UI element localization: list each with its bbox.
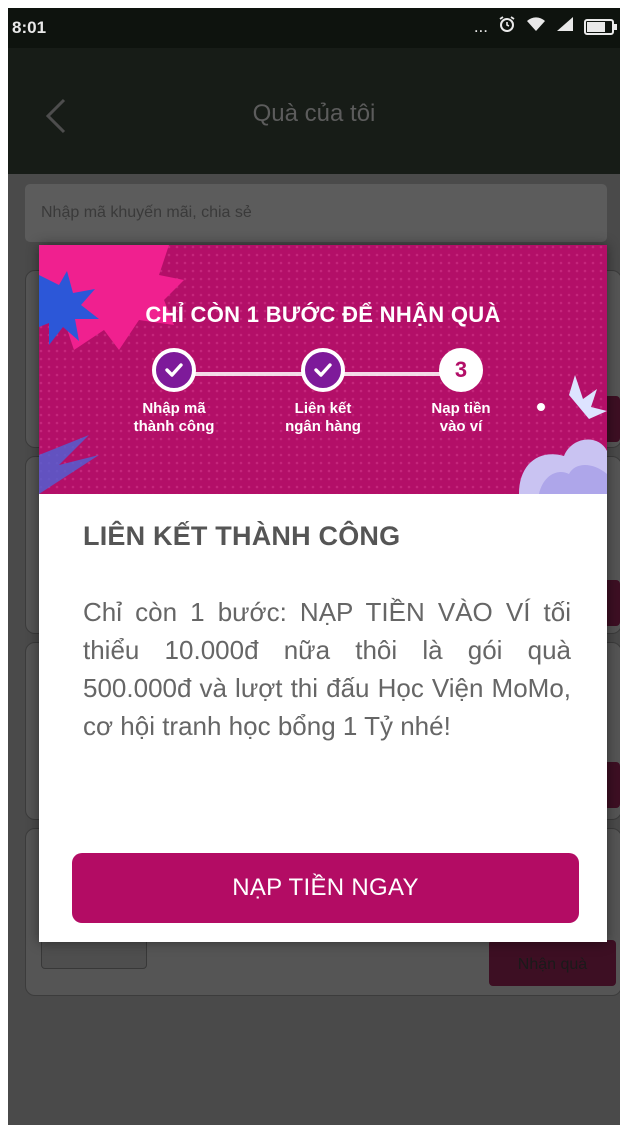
dialog-heading: LIÊN KẾT THÀNH CÔNG — [83, 521, 401, 551]
signal-icon — [556, 16, 574, 37]
battery-icon — [584, 18, 617, 35]
app-header: Quà của tôi — [8, 48, 620, 174]
alarm-icon — [498, 15, 516, 38]
check-icon — [314, 363, 332, 377]
step-top-up: 3 Nạp tiền vào ví — [386, 348, 536, 436]
step-done-indicator — [301, 348, 345, 392]
redeem-button-label: Nhận quà — [517, 956, 588, 973]
step-label-line: Nhập mã — [142, 400, 206, 417]
step-link-bank: Liên kết ngân hàng — [248, 348, 398, 436]
wifi-icon — [526, 16, 546, 37]
step-label: Liên kết ngân hàng — [248, 400, 398, 436]
phone-screen: 8:01 ... Quà của tôi Nhập mã khuyến mãi,… — [8, 8, 620, 1125]
promo-code-input[interactable]: Nhập mã khuyến mãi, chia sẻ — [25, 184, 607, 242]
check-icon — [165, 363, 183, 377]
step-enter-code: Nhập mã thành công — [99, 348, 249, 436]
step-label: Nhập mã thành công — [99, 400, 249, 436]
dialog-message: Chỉ còn 1 bước: NẠP TIỀN VÀO VÍ tối thiể… — [83, 597, 571, 741]
redeem-button[interactable]: Nhận quà — [489, 940, 616, 986]
step-current-indicator: 3 — [439, 348, 483, 392]
progress-banner: CHỈ CÒN 1 BƯỚC ĐỂ NHẬN QUÀ Nhập mã thành… — [39, 245, 607, 494]
reward-progress-dialog: CHỈ CÒN 1 BƯỚC ĐỂ NHẬN QUÀ Nhập mã thành… — [39, 245, 607, 942]
status-time: 8:01 — [12, 18, 47, 37]
step-label-line: ngân hàng — [285, 418, 361, 435]
step-label-line: vào ví — [439, 418, 483, 435]
step-label-line: Liên kết — [294, 400, 352, 417]
status-icons: ... — [473, 15, 617, 38]
step-label-line: Nạp tiền — [431, 400, 491, 417]
top-up-now-button[interactable]: NẠP TIỀN NGAY — [72, 853, 579, 923]
promo-code-placeholder: Nhập mã khuyến mãi, chia sẻ — [41, 204, 252, 221]
step-done-indicator — [152, 348, 196, 392]
banner-title: CHỈ CÒN 1 BƯỚC ĐỂ NHẬN QUÀ — [145, 302, 501, 327]
page-title: Quà của tôi — [252, 100, 376, 127]
step-label: Nạp tiền vào ví — [386, 400, 536, 436]
status-bar: 8:01 ... — [8, 8, 620, 48]
step-label-line: thành công — [133, 418, 215, 435]
more-dots-icon: ... — [473, 16, 488, 36]
